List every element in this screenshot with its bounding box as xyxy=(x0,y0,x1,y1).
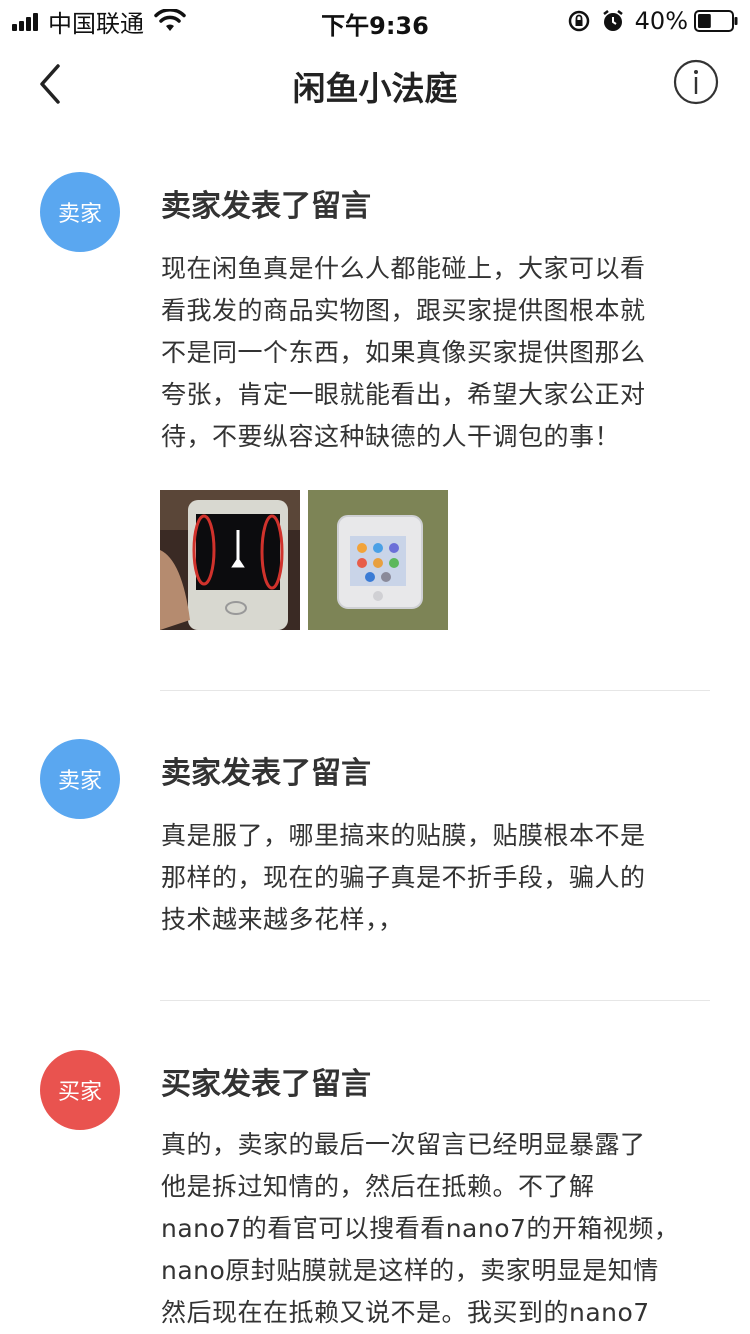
message-title: 买家发表了留言 xyxy=(161,1067,371,1102)
message-body: 真是服了，哪里搞来的贴膜，贴膜根本不是 那样的，现在的骗子真是不折手段，骗人的 … xyxy=(161,815,711,941)
message-line: 技术越来越多花样，， xyxy=(161,905,404,934)
status-right: 40% xyxy=(567,6,738,36)
message-line: 然后现在在抵赖又说不是。我买到的nano7 xyxy=(161,1298,650,1327)
battery-icon xyxy=(694,10,738,32)
divider xyxy=(160,690,710,691)
message-line: 待，不要纵容这种缺德的人干调包的事！ xyxy=(161,422,621,451)
rotation-lock-icon xyxy=(568,10,589,32)
alarm-icon xyxy=(602,10,623,31)
message-title: 卖家发表了留言 xyxy=(161,189,371,224)
message-body: 现在闲鱼真是什么人都能碰上，大家可以看 看我发的商品实物图，跟买家提供图根本就 … xyxy=(161,248,711,458)
message-line: 他是拆过知情的，然后在抵赖。不了解 xyxy=(161,1172,595,1201)
message-line: 那样的，现在的骗子真是不折手段，骗人的 xyxy=(161,863,646,892)
avatar: 买家 xyxy=(40,1050,120,1130)
photo-thumbnail[interactable] xyxy=(160,490,300,630)
status-bar: 中国联通 下午9:36 40% xyxy=(0,0,750,40)
message-title: 卖家发表了留言 xyxy=(161,756,371,791)
message-line: 不是同一个东西，如果真像买家提供图那么 xyxy=(161,338,646,367)
message-body: 真的，卖家的最后一次留言已经明显暴露了 他是拆过知情的，然后在抵赖。不了解 na… xyxy=(161,1124,711,1334)
message-line: nano7的看官可以搜看看nano7的开箱视频， xyxy=(161,1214,680,1243)
page-title: 闲鱼小法庭 xyxy=(292,69,458,108)
nav-bar: 闲鱼小法庭 xyxy=(0,40,750,128)
info-button[interactable] xyxy=(672,58,720,106)
message-line: 真是服了，哪里搞来的贴膜，贴膜根本不是 xyxy=(161,821,646,850)
avatar: 卖家 xyxy=(40,172,120,252)
message-line: nano原封贴膜就是这样的，卖家明显是知情 xyxy=(161,1256,659,1285)
message-line: 真的，卖家的最后一次留言已经明显暴露了 xyxy=(161,1130,646,1159)
photo-thumbnail[interactable] xyxy=(308,490,448,630)
message-line: 看我发的商品实物图，跟买家提供图根本就 xyxy=(161,296,646,325)
divider xyxy=(160,1000,710,1001)
avatar: 卖家 xyxy=(40,739,120,819)
battery-percent: 40% xyxy=(634,7,688,35)
message-line: 夸张，肯定一眼就能看出，希望大家公正对 xyxy=(161,380,646,409)
message-line: 现在闲鱼真是什么人都能碰上，大家可以看 xyxy=(161,254,646,283)
